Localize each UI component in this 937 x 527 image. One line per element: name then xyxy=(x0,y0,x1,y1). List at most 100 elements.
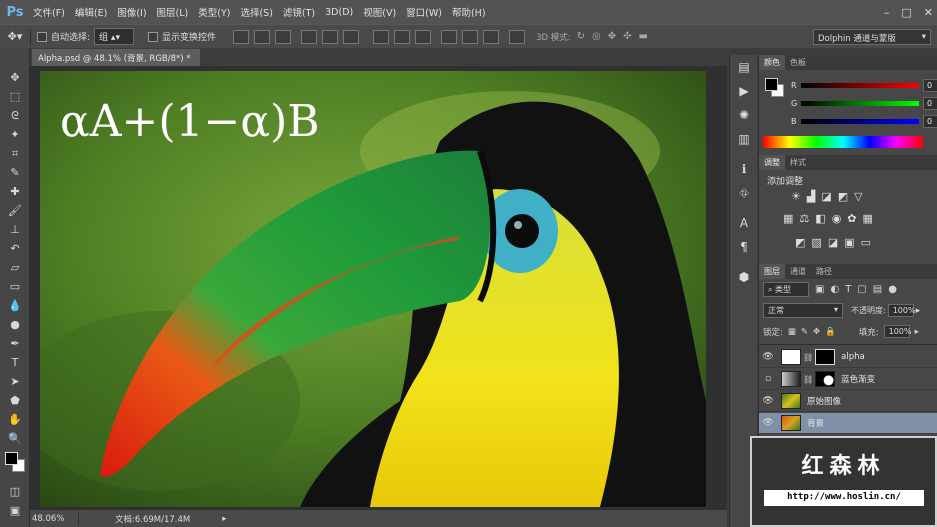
curves-icon[interactable]: ◪ xyxy=(821,190,831,203)
layer-mask-thumbnail[interactable] xyxy=(815,371,836,387)
blue-slider[interactable] xyxy=(801,119,919,124)
menu-help[interactable]: 帮助(H) xyxy=(447,5,491,19)
exposure-icon[interactable]: ◩ xyxy=(838,190,848,203)
maximize-button[interactable]: □ xyxy=(901,6,911,19)
invert-icon[interactable]: ◩ xyxy=(795,236,805,249)
layer-row-blue-gradient[interactable]: ▫ ⛓ 蓝色渐变 xyxy=(759,369,937,390)
marquee-tool-icon[interactable]: ⬚ xyxy=(0,87,30,106)
channel-mixer-icon[interactable]: ✿ xyxy=(847,212,856,225)
levels-icon[interactable]: ▟ xyxy=(807,190,815,203)
toucan-image[interactable]: αA+(1−α)B xyxy=(40,71,706,507)
color-balance-icon[interactable]: ⚖ xyxy=(799,212,809,225)
menu-window[interactable]: 窗口(W) xyxy=(401,5,447,19)
brush-tool-icon[interactable]: 🖌 xyxy=(0,201,30,220)
navigator-panel-icon[interactable]: ⛗ xyxy=(730,181,758,205)
3d-roll-icon[interactable]: ◎ xyxy=(592,31,601,42)
red-value-input[interactable]: 0 xyxy=(923,79,937,92)
filter-smart-icon[interactable]: ▤ xyxy=(873,284,882,295)
eyedropper-tool-icon[interactable]: ✎ xyxy=(0,163,30,182)
brush-settings-icon[interactable]: ✺ xyxy=(730,103,758,127)
paragraph-panel-icon[interactable]: ¶ xyxy=(730,235,758,259)
opacity-input[interactable]: 100% xyxy=(887,304,916,317)
threshold-icon[interactable]: ◪ xyxy=(828,236,838,249)
character-panel-icon[interactable]: A xyxy=(730,211,758,235)
healing-brush-tool-icon[interactable]: ✚ xyxy=(0,182,30,201)
distribute-left-button[interactable] xyxy=(441,29,458,44)
tab-layers[interactable]: 图层 xyxy=(759,264,785,279)
move-tool-preset-icon[interactable]: ✥▾ xyxy=(0,30,30,43)
workspace-dropdown[interactable]: Dolphin 通道与蒙版 ▾ xyxy=(813,29,931,45)
distribute-vcenter-button[interactable] xyxy=(394,29,411,44)
magic-wand-tool-icon[interactable]: ✦ xyxy=(0,125,30,144)
blue-value-input[interactable]: 0 xyxy=(923,115,937,128)
gradient-map-icon[interactable]: ▭ xyxy=(861,236,871,249)
foreground-color-swatch[interactable] xyxy=(5,452,18,465)
distribute-right-button[interactable] xyxy=(483,29,500,44)
move-tool-icon[interactable]: ✥ xyxy=(0,68,30,87)
quick-mask-icon[interactable]: ◫ xyxy=(0,482,30,501)
clone-stamp-tool-icon[interactable]: ⊥ xyxy=(0,220,30,239)
zoom-tool-icon[interactable]: 🔍 xyxy=(0,429,30,448)
tab-swatches[interactable]: 色板 xyxy=(785,55,811,70)
photo-filter-icon[interactable]: ◉ xyxy=(832,212,842,225)
visibility-eye-icon[interactable]: 👁 xyxy=(759,396,777,406)
path-selection-tool-icon[interactable]: ➤ xyxy=(0,372,30,391)
gradient-tool-icon[interactable]: ▭ xyxy=(0,277,30,296)
lock-pixels-icon[interactable]: ✎ xyxy=(801,327,808,337)
green-slider[interactable] xyxy=(801,101,919,106)
menu-view[interactable]: 视图(V) xyxy=(358,5,401,19)
dodge-tool-icon[interactable]: ● xyxy=(0,315,30,334)
tab-channels[interactable]: 通道 xyxy=(785,264,811,279)
align-top-button[interactable] xyxy=(233,29,250,44)
align-bottom-button[interactable] xyxy=(275,29,292,44)
menu-edit[interactable]: 编辑(E) xyxy=(70,5,112,19)
auto-align-button[interactable] xyxy=(509,29,526,44)
fill-input[interactable]: 100% xyxy=(883,325,912,338)
hue-saturation-icon[interactable]: ▦ xyxy=(783,212,793,225)
filter-shape-icon[interactable]: ▢ xyxy=(857,284,866,295)
menu-type[interactable]: 类型(Y) xyxy=(193,5,235,19)
tab-color[interactable]: 颜色 xyxy=(759,55,785,70)
3d-scale-icon[interactable]: ▬ xyxy=(639,31,648,42)
layer-mask-thumbnail[interactable] xyxy=(815,349,836,365)
red-slider[interactable] xyxy=(801,83,919,88)
lock-position-icon[interactable]: ✥ xyxy=(813,327,820,337)
menu-file[interactable]: 文件(F) xyxy=(28,5,70,19)
status-menu-arrow-icon[interactable]: ▸ xyxy=(222,514,226,524)
tab-paths[interactable]: 路径 xyxy=(811,264,837,279)
posterize-icon[interactable]: ▨ xyxy=(811,236,821,249)
crop-tool-icon[interactable]: ⌗ xyxy=(0,144,30,163)
3d-panel-icon[interactable]: ⬢ xyxy=(730,265,758,289)
filter-type-icon[interactable]: T xyxy=(845,284,851,295)
document-tab[interactable]: Alpha.psd @ 48.1% (背景, RGB/8*) * × xyxy=(32,49,200,74)
fill-arrow-icon[interactable]: ▸ xyxy=(915,327,919,337)
tab-styles[interactable]: 样式 xyxy=(785,155,811,170)
auto-select-dropdown[interactable]: 组 ▴▾ xyxy=(94,28,135,45)
3d-slide-icon[interactable]: ✣ xyxy=(623,31,631,42)
3d-pan-icon[interactable]: ✥ xyxy=(608,31,616,42)
type-tool-icon[interactable]: T xyxy=(0,353,30,372)
visibility-eye-icon[interactable]: 👁 xyxy=(759,418,777,428)
layer-kind-filter[interactable]: ⌕ 类型 xyxy=(763,282,809,297)
menu-image[interactable]: 图像(I) xyxy=(112,5,151,19)
actions-panel-icon[interactable]: ▶ xyxy=(730,79,758,103)
zoom-level[interactable]: 48.06% xyxy=(32,514,76,524)
shape-tool-icon[interactable]: ⬟ xyxy=(0,391,30,410)
filter-pixel-icon[interactable]: ▣ xyxy=(815,284,824,295)
3d-rotate-icon[interactable]: ↻ xyxy=(577,31,585,42)
black-white-icon[interactable]: ◧ xyxy=(815,212,825,225)
distribute-hcenter-button[interactable] xyxy=(462,29,479,44)
brightness-contrast-icon[interactable]: ☀ xyxy=(791,190,801,203)
layer-row-background[interactable]: 👁 背景 xyxy=(759,413,937,434)
screen-mode-icon[interactable]: ▣ xyxy=(0,501,30,520)
pen-tool-icon[interactable]: ✒ xyxy=(0,334,30,353)
filter-adjust-icon[interactable]: ◐ xyxy=(830,284,839,295)
tab-adjustments[interactable]: 调整 xyxy=(759,155,785,170)
history-brush-tool-icon[interactable]: ↶ xyxy=(0,239,30,258)
selective-color-icon[interactable]: ▣ xyxy=(844,236,854,249)
lock-all-icon[interactable]: 🔒 xyxy=(825,327,836,337)
menu-layer[interactable]: 图层(L) xyxy=(152,5,194,19)
info-panel-icon[interactable]: ℹ xyxy=(730,157,758,181)
layer-row-alpha[interactable]: 👁 ⛓ alpha xyxy=(759,347,937,368)
opacity-arrow-icon[interactable]: ▸ xyxy=(916,306,921,316)
